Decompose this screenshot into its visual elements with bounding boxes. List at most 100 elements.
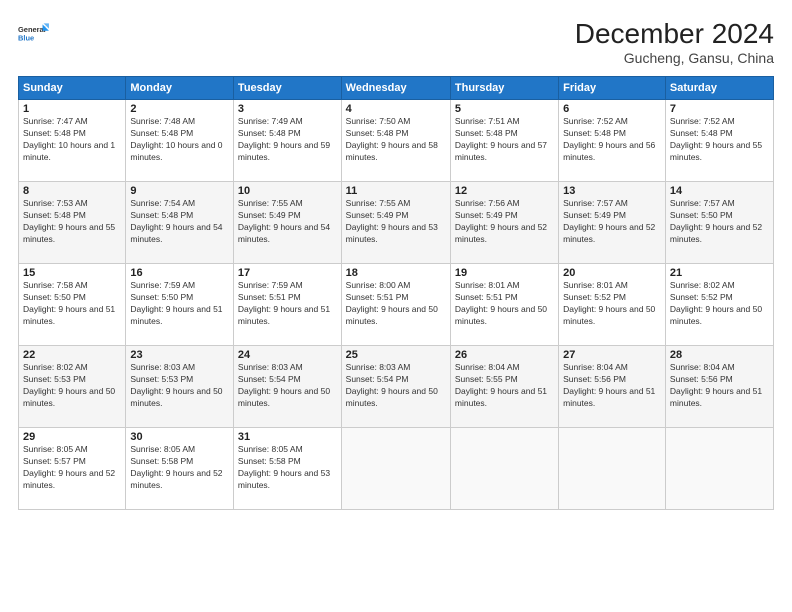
day-number: 29 [23,431,121,443]
table-row: 25 Sunrise: 8:03 AMSunset: 5:54 PMDaylig… [341,346,450,428]
header-row: Sunday Monday Tuesday Wednesday Thursday… [19,77,774,100]
day-number: 17 [238,267,337,279]
table-row: 16 Sunrise: 7:59 AMSunset: 5:50 PMDaylig… [126,264,234,346]
table-row: 17 Sunrise: 7:59 AMSunset: 5:51 PMDaylig… [233,264,341,346]
calendar-week-1: 1 Sunrise: 7:47 AMSunset: 5:48 PMDayligh… [19,100,774,182]
day-detail: Sunrise: 7:47 AMSunset: 5:48 PMDaylight:… [23,116,115,162]
page: General Blue December 2024 Gucheng, Gans… [0,0,792,612]
table-row: 30 Sunrise: 8:05 AMSunset: 5:58 PMDaylig… [126,428,234,510]
day-detail: Sunrise: 8:03 AMSunset: 5:54 PMDaylight:… [346,362,438,408]
day-detail: Sunrise: 7:57 AMSunset: 5:49 PMDaylight:… [563,198,655,244]
day-number: 30 [130,431,229,443]
day-detail: Sunrise: 8:01 AMSunset: 5:52 PMDaylight:… [563,280,655,326]
day-number: 15 [23,267,121,279]
table-row: 14 Sunrise: 7:57 AMSunset: 5:50 PMDaylig… [665,182,773,264]
day-number: 19 [455,267,554,279]
day-number: 13 [563,185,661,197]
main-title: December 2024 [575,18,774,50]
table-row: 27 Sunrise: 8:04 AMSunset: 5:56 PMDaylig… [559,346,666,428]
day-detail: Sunrise: 8:05 AMSunset: 5:58 PMDaylight:… [238,444,330,490]
table-row: 12 Sunrise: 7:56 AMSunset: 5:49 PMDaylig… [450,182,558,264]
day-detail: Sunrise: 7:59 AMSunset: 5:50 PMDaylight:… [130,280,222,326]
day-number: 31 [238,431,337,443]
table-row: 20 Sunrise: 8:01 AMSunset: 5:52 PMDaylig… [559,264,666,346]
col-friday: Friday [559,77,666,100]
table-row: 19 Sunrise: 8:01 AMSunset: 5:51 PMDaylig… [450,264,558,346]
day-number: 6 [563,103,661,115]
table-row: 21 Sunrise: 8:02 AMSunset: 5:52 PMDaylig… [665,264,773,346]
day-detail: Sunrise: 7:51 AMSunset: 5:48 PMDaylight:… [455,116,547,162]
sub-title: Gucheng, Gansu, China [575,50,774,66]
day-detail: Sunrise: 7:55 AMSunset: 5:49 PMDaylight:… [346,198,438,244]
day-number: 9 [130,185,229,197]
day-detail: Sunrise: 7:49 AMSunset: 5:48 PMDaylight:… [238,116,330,162]
table-row: 22 Sunrise: 8:02 AMSunset: 5:53 PMDaylig… [19,346,126,428]
day-detail: Sunrise: 8:04 AMSunset: 5:56 PMDaylight:… [670,362,762,408]
calendar-body: 1 Sunrise: 7:47 AMSunset: 5:48 PMDayligh… [19,100,774,510]
day-detail: Sunrise: 7:48 AMSunset: 5:48 PMDaylight:… [130,116,222,162]
logo-svg: General Blue [18,18,50,50]
day-number: 7 [670,103,769,115]
col-thursday: Thursday [450,77,558,100]
day-detail: Sunrise: 8:02 AMSunset: 5:53 PMDaylight:… [23,362,115,408]
table-row: 9 Sunrise: 7:54 AMSunset: 5:48 PMDayligh… [126,182,234,264]
table-row: 28 Sunrise: 8:04 AMSunset: 5:56 PMDaylig… [665,346,773,428]
day-detail: Sunrise: 7:54 AMSunset: 5:48 PMDaylight:… [130,198,222,244]
day-number: 2 [130,103,229,115]
day-number: 16 [130,267,229,279]
day-number: 22 [23,349,121,361]
day-detail: Sunrise: 8:01 AMSunset: 5:51 PMDaylight:… [455,280,547,326]
col-sunday: Sunday [19,77,126,100]
title-block: December 2024 Gucheng, Gansu, China [575,18,774,66]
day-detail: Sunrise: 7:50 AMSunset: 5:48 PMDaylight:… [346,116,438,162]
day-detail: Sunrise: 7:57 AMSunset: 5:50 PMDaylight:… [670,198,762,244]
table-row: 23 Sunrise: 8:03 AMSunset: 5:53 PMDaylig… [126,346,234,428]
logo: General Blue [18,18,50,50]
day-detail: Sunrise: 8:03 AMSunset: 5:53 PMDaylight:… [130,362,222,408]
table-row: 31 Sunrise: 8:05 AMSunset: 5:58 PMDaylig… [233,428,341,510]
day-number: 26 [455,349,554,361]
day-number: 23 [130,349,229,361]
day-detail: Sunrise: 7:58 AMSunset: 5:50 PMDaylight:… [23,280,115,326]
day-detail: Sunrise: 8:02 AMSunset: 5:52 PMDaylight:… [670,280,762,326]
table-row: 18 Sunrise: 8:00 AMSunset: 5:51 PMDaylig… [341,264,450,346]
table-row: 10 Sunrise: 7:55 AMSunset: 5:49 PMDaylig… [233,182,341,264]
day-number: 21 [670,267,769,279]
day-number: 11 [346,185,446,197]
calendar-week-3: 15 Sunrise: 7:58 AMSunset: 5:50 PMDaylig… [19,264,774,346]
table-row: 1 Sunrise: 7:47 AMSunset: 5:48 PMDayligh… [19,100,126,182]
header: General Blue December 2024 Gucheng, Gans… [18,18,774,66]
calendar-week-4: 22 Sunrise: 8:02 AMSunset: 5:53 PMDaylig… [19,346,774,428]
col-wednesday: Wednesday [341,77,450,100]
table-row: 2 Sunrise: 7:48 AMSunset: 5:48 PMDayligh… [126,100,234,182]
svg-text:Blue: Blue [18,33,34,42]
day-number: 20 [563,267,661,279]
table-row [341,428,450,510]
day-detail: Sunrise: 7:52 AMSunset: 5:48 PMDaylight:… [670,116,762,162]
table-row [665,428,773,510]
col-tuesday: Tuesday [233,77,341,100]
col-monday: Monday [126,77,234,100]
day-detail: Sunrise: 7:53 AMSunset: 5:48 PMDaylight:… [23,198,115,244]
day-detail: Sunrise: 8:05 AMSunset: 5:58 PMDaylight:… [130,444,222,490]
day-number: 27 [563,349,661,361]
day-detail: Sunrise: 8:00 AMSunset: 5:51 PMDaylight:… [346,280,438,326]
day-number: 25 [346,349,446,361]
table-row: 7 Sunrise: 7:52 AMSunset: 5:48 PMDayligh… [665,100,773,182]
day-detail: Sunrise: 7:59 AMSunset: 5:51 PMDaylight:… [238,280,330,326]
logo-brand: General Blue [18,18,50,50]
table-row: 15 Sunrise: 7:58 AMSunset: 5:50 PMDaylig… [19,264,126,346]
table-row: 11 Sunrise: 7:55 AMSunset: 5:49 PMDaylig… [341,182,450,264]
table-row: 4 Sunrise: 7:50 AMSunset: 5:48 PMDayligh… [341,100,450,182]
table-row: 3 Sunrise: 7:49 AMSunset: 5:48 PMDayligh… [233,100,341,182]
table-row [450,428,558,510]
day-detail: Sunrise: 8:04 AMSunset: 5:55 PMDaylight:… [455,362,547,408]
col-saturday: Saturday [665,77,773,100]
day-detail: Sunrise: 8:03 AMSunset: 5:54 PMDaylight:… [238,362,330,408]
table-row: 26 Sunrise: 8:04 AMSunset: 5:55 PMDaylig… [450,346,558,428]
day-number: 5 [455,103,554,115]
day-detail: Sunrise: 7:56 AMSunset: 5:49 PMDaylight:… [455,198,547,244]
calendar-week-5: 29 Sunrise: 8:05 AMSunset: 5:57 PMDaylig… [19,428,774,510]
day-number: 3 [238,103,337,115]
day-detail: Sunrise: 7:55 AMSunset: 5:49 PMDaylight:… [238,198,330,244]
